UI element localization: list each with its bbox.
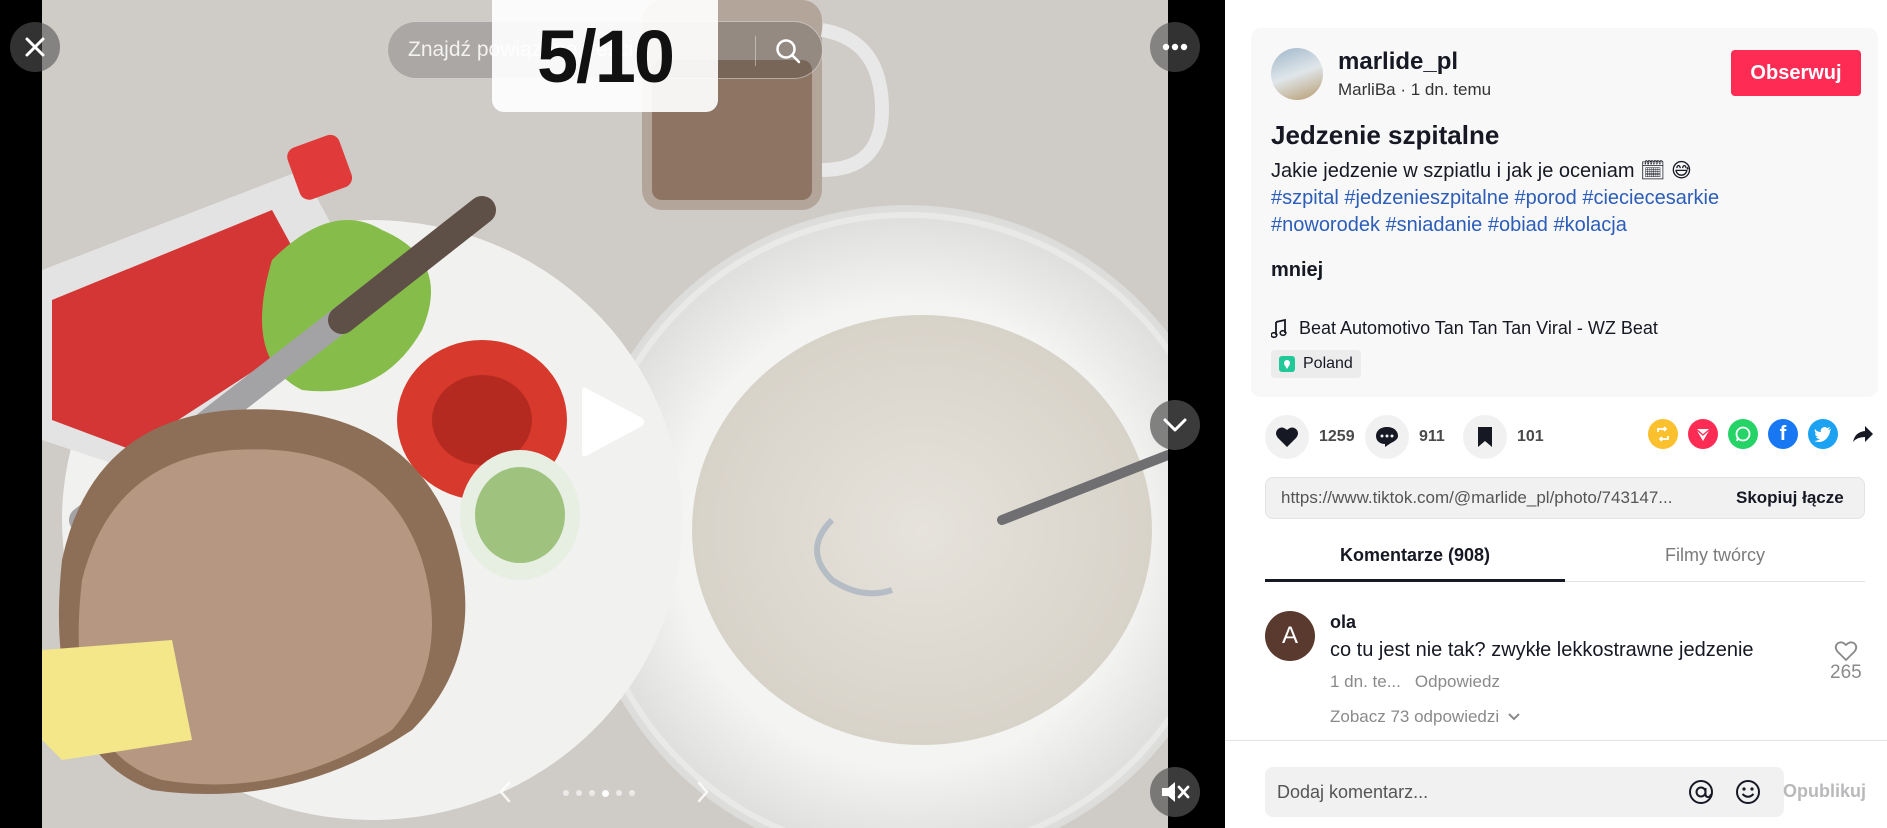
post-description: Jakie jedzenie w szpiatlu i jak je oceni… xyxy=(1271,158,1791,239)
next-post-button[interactable] xyxy=(1150,400,1200,450)
more-dots-icon xyxy=(1162,43,1188,51)
author-username[interactable]: marlide_pl xyxy=(1338,48,1458,76)
bookmark-icon xyxy=(1478,427,1492,447)
commenter-username[interactable]: ola xyxy=(1330,612,1356,633)
music-title: Beat Automotivo Tan Tan Tan Viral - WZ B… xyxy=(1299,318,1658,338)
mute-button[interactable] xyxy=(1150,767,1200,817)
hashtag-link[interactable]: #jedzenieszpitalne xyxy=(1344,187,1509,209)
share-arrow-icon[interactable] xyxy=(1848,419,1878,449)
like-count: 1259 xyxy=(1319,428,1355,445)
comment-button[interactable] xyxy=(1365,415,1409,459)
show-less-button[interactable]: mniej xyxy=(1271,259,1323,282)
photo-counter-card: 5/10 xyxy=(492,0,718,112)
reply-button[interactable]: Odpowiedz xyxy=(1415,672,1500,692)
comment-text: co tu jest nie tak? zwykłe lekkostrawne … xyxy=(1330,639,1754,661)
post-title: Jedzenie szpitalne xyxy=(1271,120,1500,150)
location-name: Poland xyxy=(1303,355,1353,372)
carousel-dot[interactable] xyxy=(576,790,582,796)
chevron-down-icon xyxy=(1163,418,1187,432)
author-subline: MarliBa · 1 dn. temu xyxy=(1338,80,1492,99)
post-url[interactable]: https://www.tiktok.com/@marlide_pl/photo… xyxy=(1266,488,1722,508)
carousel-dots xyxy=(563,789,635,797)
close-button[interactable] xyxy=(10,22,60,72)
photo-counter: 5/10 xyxy=(536,14,675,98)
tab-creator-videos[interactable]: Filmy twórcy xyxy=(1565,530,1865,581)
carousel-dot[interactable] xyxy=(616,790,622,796)
action-bar: 1259 911 101 f xyxy=(1251,412,1878,462)
comment-meta: 1 dn. te... Odpowiedz xyxy=(1330,672,1500,692)
panel-tabs: Komentarze (908) Filmy twórcy xyxy=(1265,530,1865,582)
facebook-icon[interactable]: f xyxy=(1768,419,1798,449)
heart-outline-icon xyxy=(1834,641,1857,662)
music-link[interactable]: Beat Automotivo Tan Tan Tan Viral - WZ B… xyxy=(1271,318,1658,339)
close-icon xyxy=(25,37,45,57)
save-action[interactable]: 101 xyxy=(1463,412,1544,462)
comment-action[interactable]: 911 xyxy=(1365,412,1445,462)
smiling-sweat-emoji-icon: 😅 xyxy=(1671,160,1692,182)
play-icon[interactable] xyxy=(578,382,648,462)
hashtag-link[interactable]: #szpital xyxy=(1271,187,1339,209)
chevron-down-icon xyxy=(1508,713,1520,721)
hashtag-link[interactable]: #obiad xyxy=(1488,214,1548,236)
calendar-emoji-icon: 🗓 xyxy=(1640,160,1666,182)
twitter-icon[interactable] xyxy=(1808,419,1838,449)
more-options-button[interactable] xyxy=(1150,22,1200,72)
post-info-card: marlide_pl MarliBa · 1 dn. temu Obserwuj… xyxy=(1251,28,1878,397)
comment-time: 1 dn. te... xyxy=(1330,672,1401,691)
search-icon[interactable] xyxy=(774,37,802,65)
comment-composer: Opublikuj xyxy=(1225,740,1887,828)
follow-button[interactable]: Obserwuj xyxy=(1731,50,1861,96)
hashtag-link[interactable]: #sniadanie xyxy=(1386,214,1483,236)
carousel-dot[interactable] xyxy=(589,790,595,796)
mention-at-icon[interactable] xyxy=(1688,779,1714,805)
send-to-friends-icon[interactable] xyxy=(1688,419,1718,449)
carousel-dot[interactable] xyxy=(629,790,635,796)
share-link-box: https://www.tiktok.com/@marlide_pl/photo… xyxy=(1265,477,1865,519)
description-text: Jakie jedzenie w szpiatlu i jak je oceni… xyxy=(1271,160,1635,182)
hashtag-link[interactable]: #ciecieсesarkie xyxy=(1582,187,1719,209)
share-icons: f xyxy=(1648,419,1878,449)
like-button[interactable] xyxy=(1265,415,1309,459)
comment-count: 911 xyxy=(1419,428,1445,445)
copy-link-button[interactable]: Skopiuj łącze xyxy=(1722,488,1844,508)
hashtag-link[interactable]: #kolacja xyxy=(1553,214,1626,236)
commenter-avatar[interactable]: A xyxy=(1265,611,1315,661)
hashtag-link[interactable]: #noworodek xyxy=(1271,214,1380,236)
comment-bubble-icon xyxy=(1376,427,1398,447)
post-details-panel: marlide_pl MarliBa · 1 dn. temu Obserwuj… xyxy=(1225,0,1887,828)
app-root: Znajdź powiązane treści 5/10 xyxy=(0,0,1887,828)
next-photo-icon[interactable] xyxy=(696,780,710,804)
location-pin-icon xyxy=(1279,356,1295,372)
heart-icon xyxy=(1276,427,1298,447)
location-tag[interactable]: Poland xyxy=(1271,350,1361,378)
carousel-dot[interactable] xyxy=(563,790,569,796)
muted-speaker-icon xyxy=(1162,782,1190,802)
comment-like-count: 265 xyxy=(1830,662,1862,683)
whatsapp-icon[interactable] xyxy=(1728,419,1758,449)
save-count: 101 xyxy=(1517,428,1544,445)
hashtag-list: #szpital #jedzenieszpitalne #porod #ciec… xyxy=(1271,187,1719,236)
hashtag-link[interactable]: #porod xyxy=(1515,187,1577,209)
author-avatar[interactable] xyxy=(1271,48,1323,100)
tab-comments[interactable]: Komentarze (908) xyxy=(1265,530,1565,582)
emoji-icon[interactable] xyxy=(1735,779,1761,805)
publish-button[interactable]: Opublikuj xyxy=(1783,781,1866,802)
view-replies-button[interactable]: Zobacz 73 odpowiedzi xyxy=(1330,707,1521,727)
like-action[interactable]: 1259 xyxy=(1265,412,1355,462)
carousel-dot[interactable] xyxy=(602,789,609,797)
search-divider xyxy=(755,36,756,66)
repost-icon[interactable] xyxy=(1648,419,1678,449)
photo-viewer: Znajdź powiązane treści 5/10 xyxy=(0,0,1225,828)
previous-photo-icon[interactable] xyxy=(498,780,512,804)
comment-like[interactable]: 265 xyxy=(1830,640,1862,684)
save-button[interactable] xyxy=(1463,415,1507,459)
view-replies-label: Zobacz 73 odpowiedzi xyxy=(1330,707,1500,726)
music-note-icon xyxy=(1271,318,1287,338)
